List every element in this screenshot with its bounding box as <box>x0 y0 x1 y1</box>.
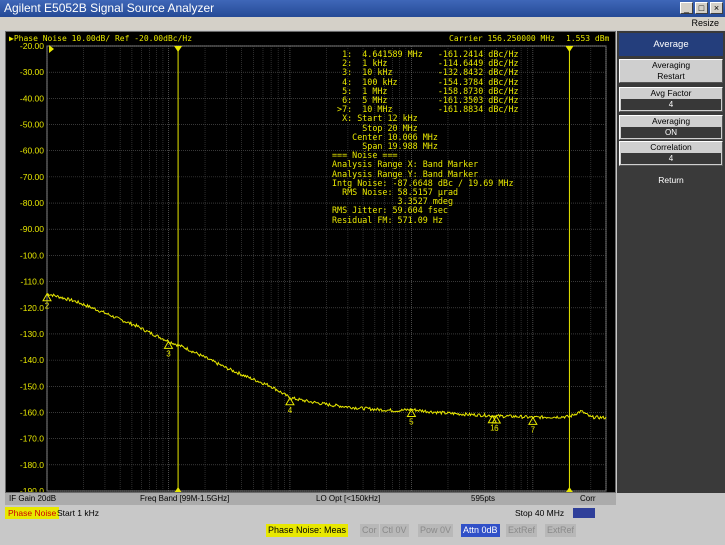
y-tick-label: -100.0 <box>20 250 44 260</box>
y-tick-label: -60.00 <box>20 146 44 156</box>
points-status[interactable]: 595pts <box>471 493 495 505</box>
freq-band-status[interactable]: Freq Band [99M-1.5GHz] <box>140 493 229 505</box>
softkey-label: Averaging <box>651 116 691 126</box>
cor-status: Cor <box>360 524 379 537</box>
lo-opt-status[interactable]: LO Opt [<150kHz] <box>316 493 380 505</box>
softkey-value: 4 <box>621 99 721 110</box>
softkey-value: 4 <box>621 153 721 164</box>
y-tick-label: -160.0 <box>20 407 44 417</box>
start-frequency[interactable]: Start 1 kHz <box>57 506 99 520</box>
phase-noise-chart[interactable]: -20.00 -30.00 -40.00 -50.00 -60.00 -70.00 -80.… <box>6 32 616 493</box>
averaging-toggle-button[interactable]: Averaging ON <box>619 115 723 140</box>
window-titlebar: Agilent E5052B Signal Source Analyzer _ … <box>0 0 725 17</box>
band-marker-top-handle[interactable] <box>174 46 183 52</box>
meas-status: Phase Noise: Meas <box>266 524 349 537</box>
stop-frequency[interactable]: Stop 40 MHz <box>515 506 564 520</box>
y-tick-label: -90.00 <box>20 224 44 234</box>
status-bar-sweep: Phase Noise Start 1 kHz Stop 40 MHz <box>5 506 616 520</box>
y-tick-label: -80.00 <box>20 198 44 208</box>
marker-7-label: 7 <box>531 425 536 434</box>
attn-status: Attn 0dB <box>461 524 500 537</box>
softkey-label: Avg Factor <box>650 88 692 98</box>
ctl-status: Ctl 0V <box>380 524 409 537</box>
status-bar-settings: IF Gain 20dB Freq Band [99M-1.5GHz] LO O… <box>5 493 616 505</box>
softkey-label: Averaging <box>651 60 691 70</box>
marker-2-label: 2 <box>45 302 50 311</box>
avg-factor-button[interactable]: Avg Factor 4 <box>619 87 723 112</box>
sweep-indicator <box>573 508 595 518</box>
softkey-value: ON <box>621 127 721 138</box>
phase-noise-plot[interactable]: ▶Phase Noise 10.00dB/ Ref -20.00dBc/Hz C… <box>5 31 616 493</box>
return-button[interactable]: Return <box>619 169 723 191</box>
y-tick-label: -30.00 <box>20 67 44 77</box>
y-tick-label: -190.0 <box>20 486 44 493</box>
window-title: Agilent E5052B Signal Source Analyzer <box>4 1 215 15</box>
extref-status: ExtRef <box>506 524 538 537</box>
y-tick-label: -140.0 <box>20 355 44 365</box>
y-tick-label: -170.0 <box>20 434 44 444</box>
correlation-status[interactable]: Corr <box>580 493 596 505</box>
pow-status: Pow 0V <box>418 524 454 537</box>
softkey-menu-title: Average <box>619 33 723 56</box>
y-tick-label: -120.0 <box>20 303 44 313</box>
y-tick-label: -70.00 <box>20 172 44 182</box>
y-tick-label: -110.0 <box>21 277 45 287</box>
averaging-restart-button[interactable]: Averaging Restart <box>619 59 723 83</box>
marker-5-label: 5 <box>409 418 414 427</box>
menu-bar: Resize <box>0 17 725 30</box>
marker-3-label: 3 <box>166 349 171 358</box>
marker-6-label: 6 <box>494 424 499 433</box>
marker-readout: 1: 4.641589 MHz -161.2414 dBc/Hz 2: 1 kH… <box>332 49 519 225</box>
softkey-value: Restart <box>657 71 685 81</box>
y-tick-label: -50.00 <box>20 120 44 130</box>
softkey-panel: Average Averaging Restart Avg Factor 4 A… <box>617 31 725 493</box>
measurement-mode[interactable]: Phase Noise <box>5 507 60 519</box>
softkey-label: Correlation <box>650 142 692 152</box>
y-tick-label: -40.00 <box>20 93 44 103</box>
resize-menu[interactable]: Resize <box>691 18 719 28</box>
readout-line: Residual FM: 571.09 Hz <box>332 214 443 225</box>
y-tick-label: -180.0 <box>20 460 44 470</box>
close-button[interactable]: × <box>710 2 723 14</box>
status-bar-instrument: Phase Noise: Meas Cor Ctl 0V Pow 0V Attn… <box>0 523 725 538</box>
correlation-button[interactable]: Correlation 4 <box>619 141 723 166</box>
band-marker-top-handle[interactable] <box>565 46 574 52</box>
marker-4-label: 4 <box>288 406 293 415</box>
maximize-button[interactable]: □ <box>695 2 708 14</box>
y-tick-label: -150.0 <box>20 381 44 391</box>
y-tick-label: -130.0 <box>20 329 44 339</box>
minimize-button[interactable]: _ <box>680 2 693 14</box>
y-tick-label: -20.00 <box>20 41 44 51</box>
if-gain-status[interactable]: IF Gain 20dB <box>9 493 56 505</box>
extref-status-2: ExtRef <box>545 524 577 537</box>
